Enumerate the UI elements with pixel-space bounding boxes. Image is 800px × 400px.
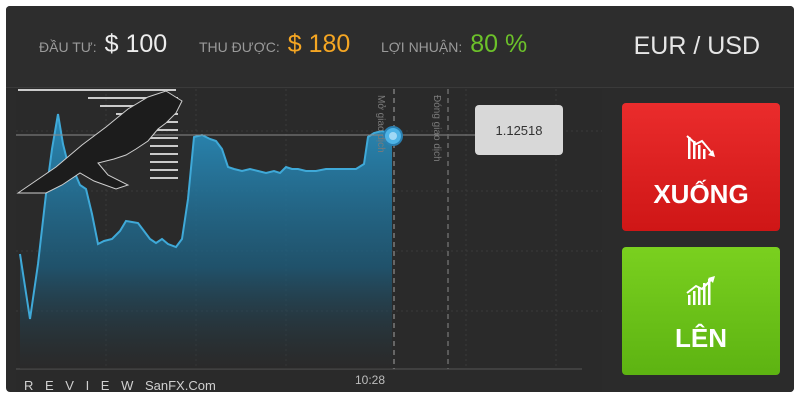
close-trade-label: Đóng giao dịch [431, 95, 442, 162]
down-button-label: XUỐNG [653, 179, 749, 209]
down-button[interactable]: XUỐNG [622, 103, 780, 231]
profit-stat: LỢI NHUẬN: 80 % [381, 30, 527, 66]
trend-down-chart-icon [686, 135, 715, 159]
time-axis-label: 10:28 [355, 373, 386, 387]
investment-label: ĐẦU TƯ: [39, 39, 97, 55]
up-button[interactable]: LÊN [622, 247, 780, 375]
up-button-label: LÊN [675, 323, 727, 353]
profit-label: LỢI NHUẬN: [381, 39, 463, 55]
current-price-tag: 1.12518 [475, 105, 563, 155]
watermark-prefix: R E V I E W [24, 378, 138, 392]
watermark-text: R E V I E W SanFX.Com [24, 378, 216, 392]
trade-actions: XUỐNG LÊN [606, 89, 794, 392]
price-marker-icon [383, 126, 403, 146]
payout-value: $ 180 [287, 30, 351, 58]
payout-stat: THU ĐƯỢC: $ 180 [199, 30, 350, 66]
watermark-brand: SanFX.Com [144, 378, 216, 392]
currency-pair[interactable]: EUR / USD [634, 32, 760, 61]
price-chart[interactable]: Mở giao dịch Đóng giao dịch 1.12518 10:2… [16, 89, 602, 392]
trade-summary-header: ĐẦU TƯ: $ 100 THU ĐƯỢC: $ 180 LỢI NHUẬN:… [6, 6, 794, 88]
payout-label: THU ĐƯỢC: [199, 39, 280, 55]
profit-value: 80 % [470, 30, 528, 58]
investment-stat: ĐẦU TƯ: $ 100 [39, 30, 167, 66]
trading-widget: ĐẦU TƯ: $ 100 THU ĐƯỢC: $ 180 LỢI NHUẬN:… [6, 6, 794, 392]
investment-value: $ 100 [104, 30, 168, 58]
bull-logo-icon [16, 89, 183, 194]
open-trade-label: Mở giao dịch [375, 95, 386, 153]
trend-up-chart-icon [686, 276, 715, 305]
